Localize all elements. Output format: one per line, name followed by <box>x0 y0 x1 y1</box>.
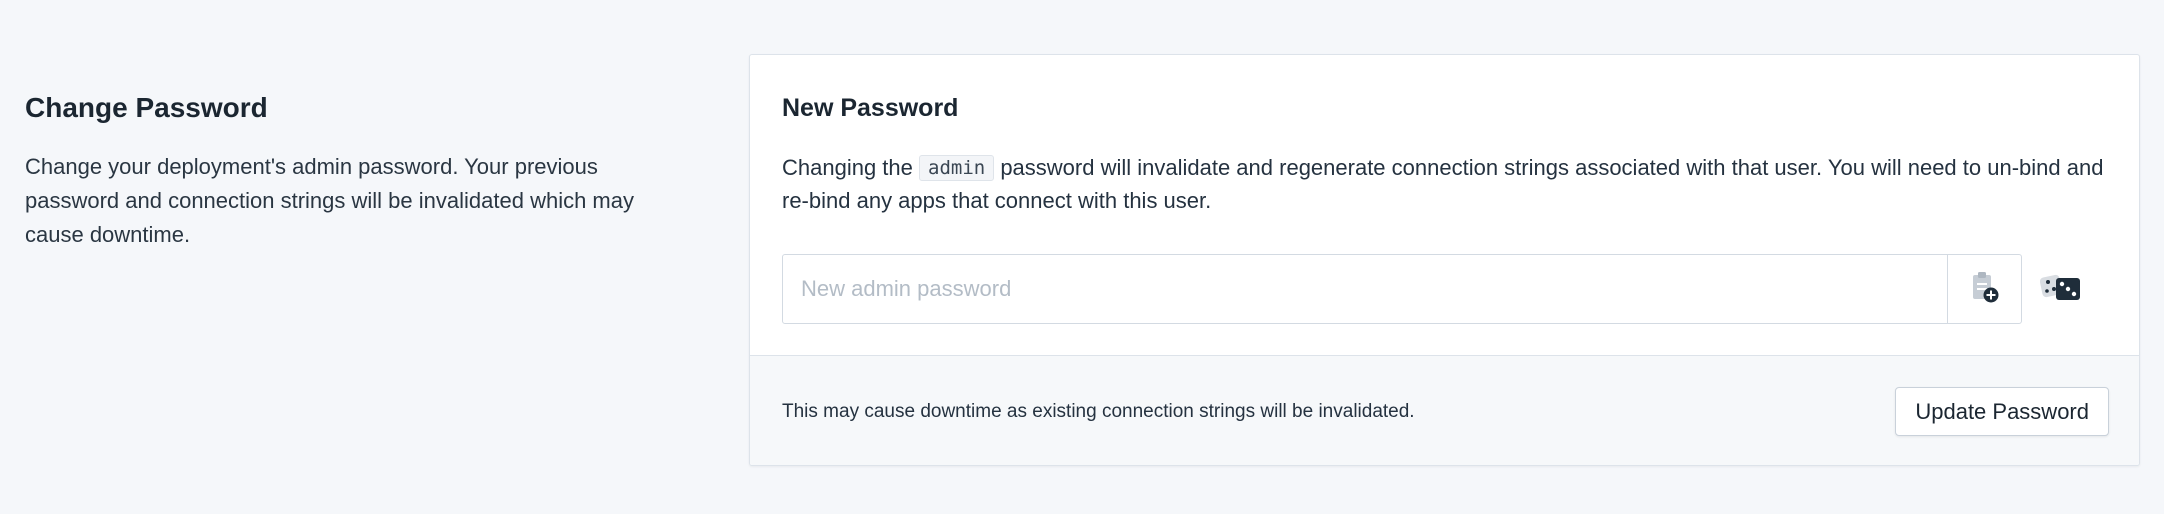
change-password-section-header: Change Password Change your deployment's… <box>25 88 685 252</box>
footer-warning: This may cause downtime as existing conn… <box>782 400 1415 422</box>
section-description: Change your deployment's admin password.… <box>25 154 634 247</box>
generate-password-button[interactable] <box>2022 254 2101 324</box>
password-input-group <box>782 254 2022 324</box>
clipboard-plus-icon <box>1969 270 2001 309</box>
page: Change Password Change your deployment's… <box>0 0 2164 514</box>
new-password-input[interactable] <box>783 255 1947 323</box>
card-footer: This may cause downtime as existing conn… <box>750 355 2139 465</box>
admin-code-chip: admin <box>919 155 995 181</box>
card-body: New Password Changing the admin password… <box>750 55 2139 355</box>
card-description: Changing the admin password will invalid… <box>782 151 2112 217</box>
desc-text-before: Changing the <box>782 155 919 180</box>
card-title: New Password <box>782 94 959 122</box>
dice-icon <box>2039 271 2085 308</box>
new-password-card: New Password Changing the admin password… <box>749 54 2140 466</box>
update-password-button[interactable]: Update Password <box>1895 387 2109 436</box>
paste-password-button[interactable] <box>1947 255 2021 323</box>
section-title: Change Password <box>25 92 268 123</box>
password-input-row <box>782 254 2101 324</box>
